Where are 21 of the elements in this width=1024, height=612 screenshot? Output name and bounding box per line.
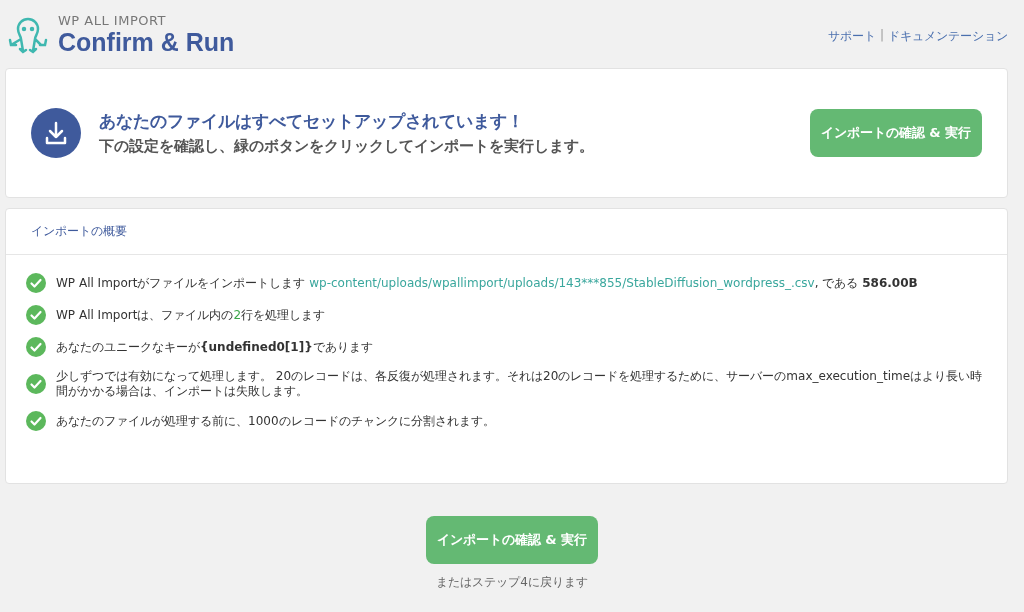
separator: |: [879, 27, 884, 44]
check-icon: [26, 337, 46, 357]
ready-subtext: 下の設定を確認し、緑のボタンをクリックしてインポートを実行します。: [99, 137, 595, 156]
check-icon: [26, 273, 46, 293]
check-icon: [26, 374, 46, 394]
check-icon: [26, 411, 46, 431]
check-icon: [26, 305, 46, 325]
page-title: Confirm & Run: [58, 27, 235, 56]
brand-name: WP ALL IMPORT: [58, 12, 167, 28]
header-link[interactable]: サポート: [827, 27, 876, 45]
download-icon: [31, 108, 81, 158]
ready-heading: あなたのファイルはすべてセットアップされています！: [99, 110, 525, 133]
summary-item: WP All Importがファイルをインポートします wp-content/uploads/wpallimport/uploads/143***855/StableDiffusion_wordpress_.csv, である 586.00B: [56, 275, 918, 291]
summary-item: 少しずつでは有効になって処理します。 20のレコードは、各反復が処理されます。それは20のレコードを処理するために、サーバーのmax_execution_timeはより長い時間がかかる場合は、インポートは失敗します。: [56, 369, 984, 399]
summary-title: インポートの概要: [6, 209, 1007, 255]
summary-item: WP All Importは、ファイル内の2行を処理します: [56, 307, 326, 323]
summary-item: あなたのファイルが処理する前に、1000のレコードのチャンクに分割されます。: [56, 413, 495, 429]
back-link[interactable]: またはステップ4に戻ります: [436, 574, 588, 591]
summary-item: あなたのユニークなキーが{undefined0[1]}であります: [56, 339, 373, 355]
file-link[interactable]: wp-content/uploads/wpallimport/uploads/143***855/StableDiffusion_wordpress_.csv: [309, 275, 815, 290]
header-link[interactable]: ドキュメンテーション: [888, 27, 1008, 45]
